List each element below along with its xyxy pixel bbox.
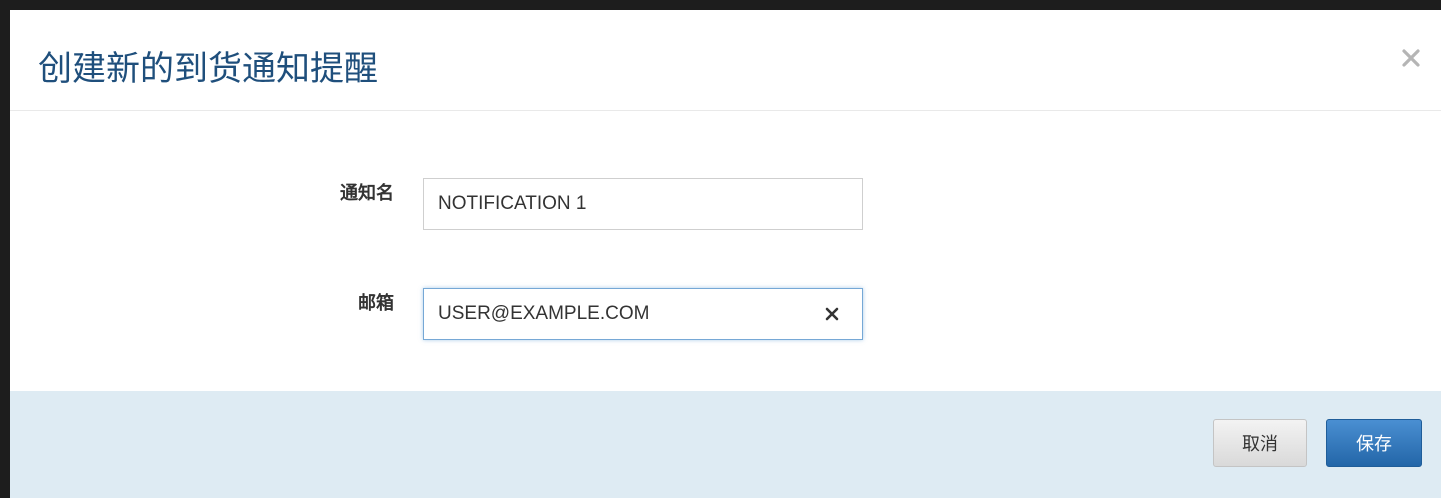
- dialog-title: 创建新的到货通知提醒: [38, 49, 378, 89]
- save-button[interactable]: 保存: [1326, 419, 1422, 467]
- dialog-header: 创建新的到货通知提醒: [10, 10, 1441, 111]
- email-label: 邮箱: [358, 293, 394, 314]
- email-row: 邮箱: [10, 288, 1441, 340]
- close-icon[interactable]: [1397, 44, 1425, 72]
- create-notification-dialog: 创建新的到货通知提醒 通知名 邮箱 取消 保存: [10, 10, 1441, 498]
- clear-icon[interactable]: [820, 302, 844, 326]
- notification-name-row: 通知名: [10, 178, 1441, 230]
- email-input[interactable]: [423, 288, 863, 340]
- dialog-footer: 取消 保存: [10, 391, 1441, 498]
- notification-name-label: 通知名: [340, 183, 394, 204]
- cancel-button[interactable]: 取消: [1213, 419, 1307, 467]
- notification-name-input[interactable]: [423, 178, 863, 230]
